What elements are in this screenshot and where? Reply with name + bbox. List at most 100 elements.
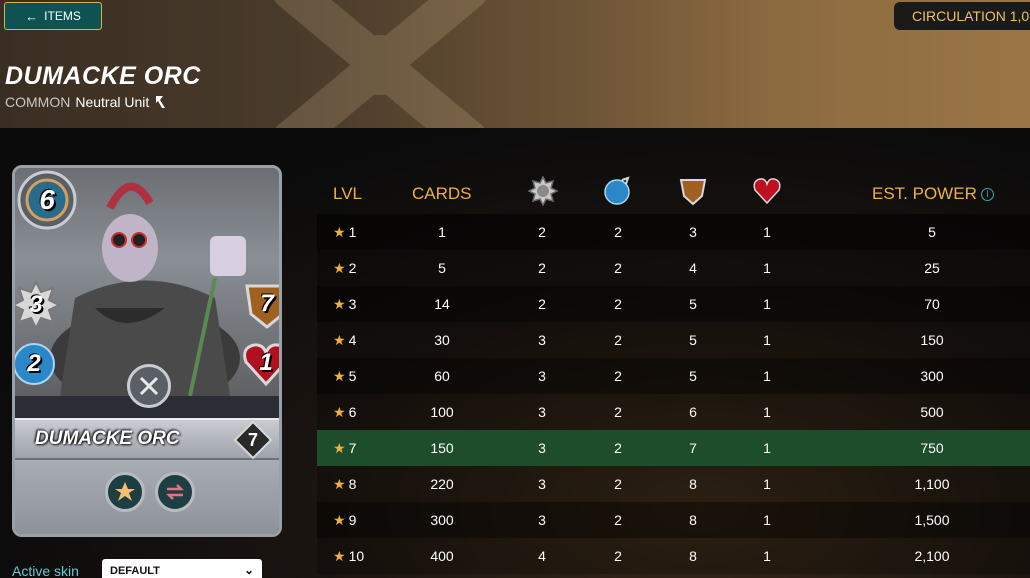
melee-value: 3 xyxy=(29,291,43,318)
table-row: ★ 7 150 3 2 7 1 750 xyxy=(317,430,1030,466)
cell-level: ★ 2 xyxy=(333,260,373,277)
cell-est-power: 1,100 xyxy=(914,476,950,492)
cell-cards: 60 xyxy=(434,368,450,384)
magic-attack-icon xyxy=(604,176,630,205)
armor-badge: 7 xyxy=(243,280,279,330)
star-icon: ★ xyxy=(333,511,346,528)
table-row: ★ 10 400 4 2 8 1 2,100 xyxy=(317,538,1030,574)
health-heart-icon xyxy=(753,178,781,205)
rarity-label: COMMON xyxy=(5,94,71,110)
cell-level: ★ 10 xyxy=(333,548,373,565)
swap-arrows-icon xyxy=(165,484,185,500)
cell-health: 1 xyxy=(763,260,771,276)
table-row: ★ 3 14 2 2 5 1 70 xyxy=(317,286,1030,322)
cell-magic: 2 xyxy=(614,368,622,384)
active-skin-label: Active skin xyxy=(12,563,79,578)
level-number: 8 xyxy=(348,475,357,492)
cell-armor: 6 xyxy=(689,404,697,420)
cell-armor: 4 xyxy=(689,260,697,276)
active-skin-select[interactable]: DEFAULT ⌄ xyxy=(102,559,262,578)
cell-level: ★ 3 xyxy=(333,296,373,313)
card-name-text: DUMACKE ORC xyxy=(35,428,180,449)
cell-health: 1 xyxy=(763,476,771,492)
header-lvl: LVL xyxy=(333,184,362,203)
ability-button-1[interactable] xyxy=(105,472,145,512)
star-icon: ★ xyxy=(333,367,346,384)
cell-armor: 8 xyxy=(689,512,697,528)
star-icon: ★ xyxy=(333,475,346,492)
cell-health: 1 xyxy=(763,224,771,240)
circulation-text: CIRCULATION 1,0 xyxy=(912,8,1030,24)
cell-melee: 2 xyxy=(538,260,546,276)
attack-type-emblem xyxy=(127,364,171,408)
table-row: ★ 2 5 2 2 4 1 25 xyxy=(317,250,1030,286)
cell-level: ★ 8 xyxy=(333,476,373,493)
ability-button-2[interactable] xyxy=(155,472,195,512)
cell-magic: 2 xyxy=(614,224,622,240)
cell-level: ★ 1 xyxy=(333,224,373,241)
star-icon: ★ xyxy=(333,439,346,456)
cell-melee: 3 xyxy=(538,404,546,420)
table-row: ★ 4 30 3 2 5 1 150 xyxy=(317,322,1030,358)
card-abilities-panel xyxy=(15,460,279,534)
chevron-down-icon: ⌄ xyxy=(243,563,254,577)
arrow-left-icon: ← xyxy=(25,8,39,24)
card-subtitle: COMMON Neutral Unit xyxy=(5,94,166,110)
cell-health: 1 xyxy=(763,404,771,420)
cell-health: 1 xyxy=(763,296,771,312)
cell-melee: 3 xyxy=(538,476,546,492)
magic-badge: 2 xyxy=(15,341,57,387)
card-name-bar: DUMACKE ORC 7 xyxy=(15,418,279,460)
cell-health: 1 xyxy=(763,512,771,528)
health-badge: 1 xyxy=(241,340,279,388)
active-skin-value: DEFAULT xyxy=(110,565,160,577)
mana-value: 6 xyxy=(39,184,55,215)
health-value: 1 xyxy=(259,349,273,376)
ability-burst-icon xyxy=(115,482,135,501)
cell-cards: 220 xyxy=(430,476,454,492)
cell-magic: 2 xyxy=(614,440,622,456)
cell-cards: 1 xyxy=(438,224,446,240)
cell-est-power: 150 xyxy=(920,332,944,348)
header-cards: CARDS xyxy=(412,184,472,203)
cell-est-power: 500 xyxy=(920,404,944,420)
melee-type-icon xyxy=(156,96,166,108)
star-icon: ★ xyxy=(333,331,346,348)
cell-health: 1 xyxy=(763,548,771,564)
table-row: ★ 1 1 2 2 3 1 5 xyxy=(317,214,1030,250)
cell-health: 1 xyxy=(763,440,771,456)
card-image: 6 3 2 7 1 DUMACKE ORC 7 xyxy=(12,165,282,537)
level-number: 1 xyxy=(348,223,357,240)
cell-magic: 2 xyxy=(614,332,622,348)
info-icon[interactable]: i xyxy=(980,187,994,201)
level-number: 10 xyxy=(348,547,365,564)
back-to-items-button[interactable]: ← ITEMS xyxy=(4,2,102,30)
star-icon: ★ xyxy=(333,295,346,312)
melee-attack-icon xyxy=(528,176,558,206)
cell-cards: 30 xyxy=(434,332,450,348)
magic-value: 2 xyxy=(27,350,41,377)
header-est-power: EST. POWER i xyxy=(872,184,994,204)
cell-est-power: 300 xyxy=(920,368,944,384)
cell-magic: 2 xyxy=(614,404,622,420)
level-number: 2 xyxy=(348,259,357,276)
card-level-badge: 7 xyxy=(233,420,273,460)
cell-level: ★ 9 xyxy=(333,512,373,529)
circulation-badge: CIRCULATION 1,0 xyxy=(894,2,1030,30)
card-level-value: 7 xyxy=(247,429,258,450)
cell-est-power: 2,100 xyxy=(914,548,950,564)
page-header: ← ITEMS CIRCULATION 1,0 DUMACKE ORC COMM… xyxy=(0,0,1030,128)
armor-shield-icon xyxy=(679,179,707,206)
cell-armor: 5 xyxy=(689,332,697,348)
cell-armor: 8 xyxy=(689,476,697,492)
cell-melee: 4 xyxy=(538,548,546,564)
cell-magic: 2 xyxy=(614,512,622,528)
table-header: LVL CARDS EST. POWER i xyxy=(317,174,1030,214)
cell-magic: 2 xyxy=(614,548,622,564)
cell-level: ★ 7 xyxy=(333,440,373,457)
table-row: ★ 9 300 3 2 8 1 1,500 xyxy=(317,502,1030,538)
cell-cards: 400 xyxy=(430,548,454,564)
level-number: 3 xyxy=(348,295,357,312)
level-number: 6 xyxy=(348,403,357,420)
cell-est-power: 5 xyxy=(928,224,936,240)
